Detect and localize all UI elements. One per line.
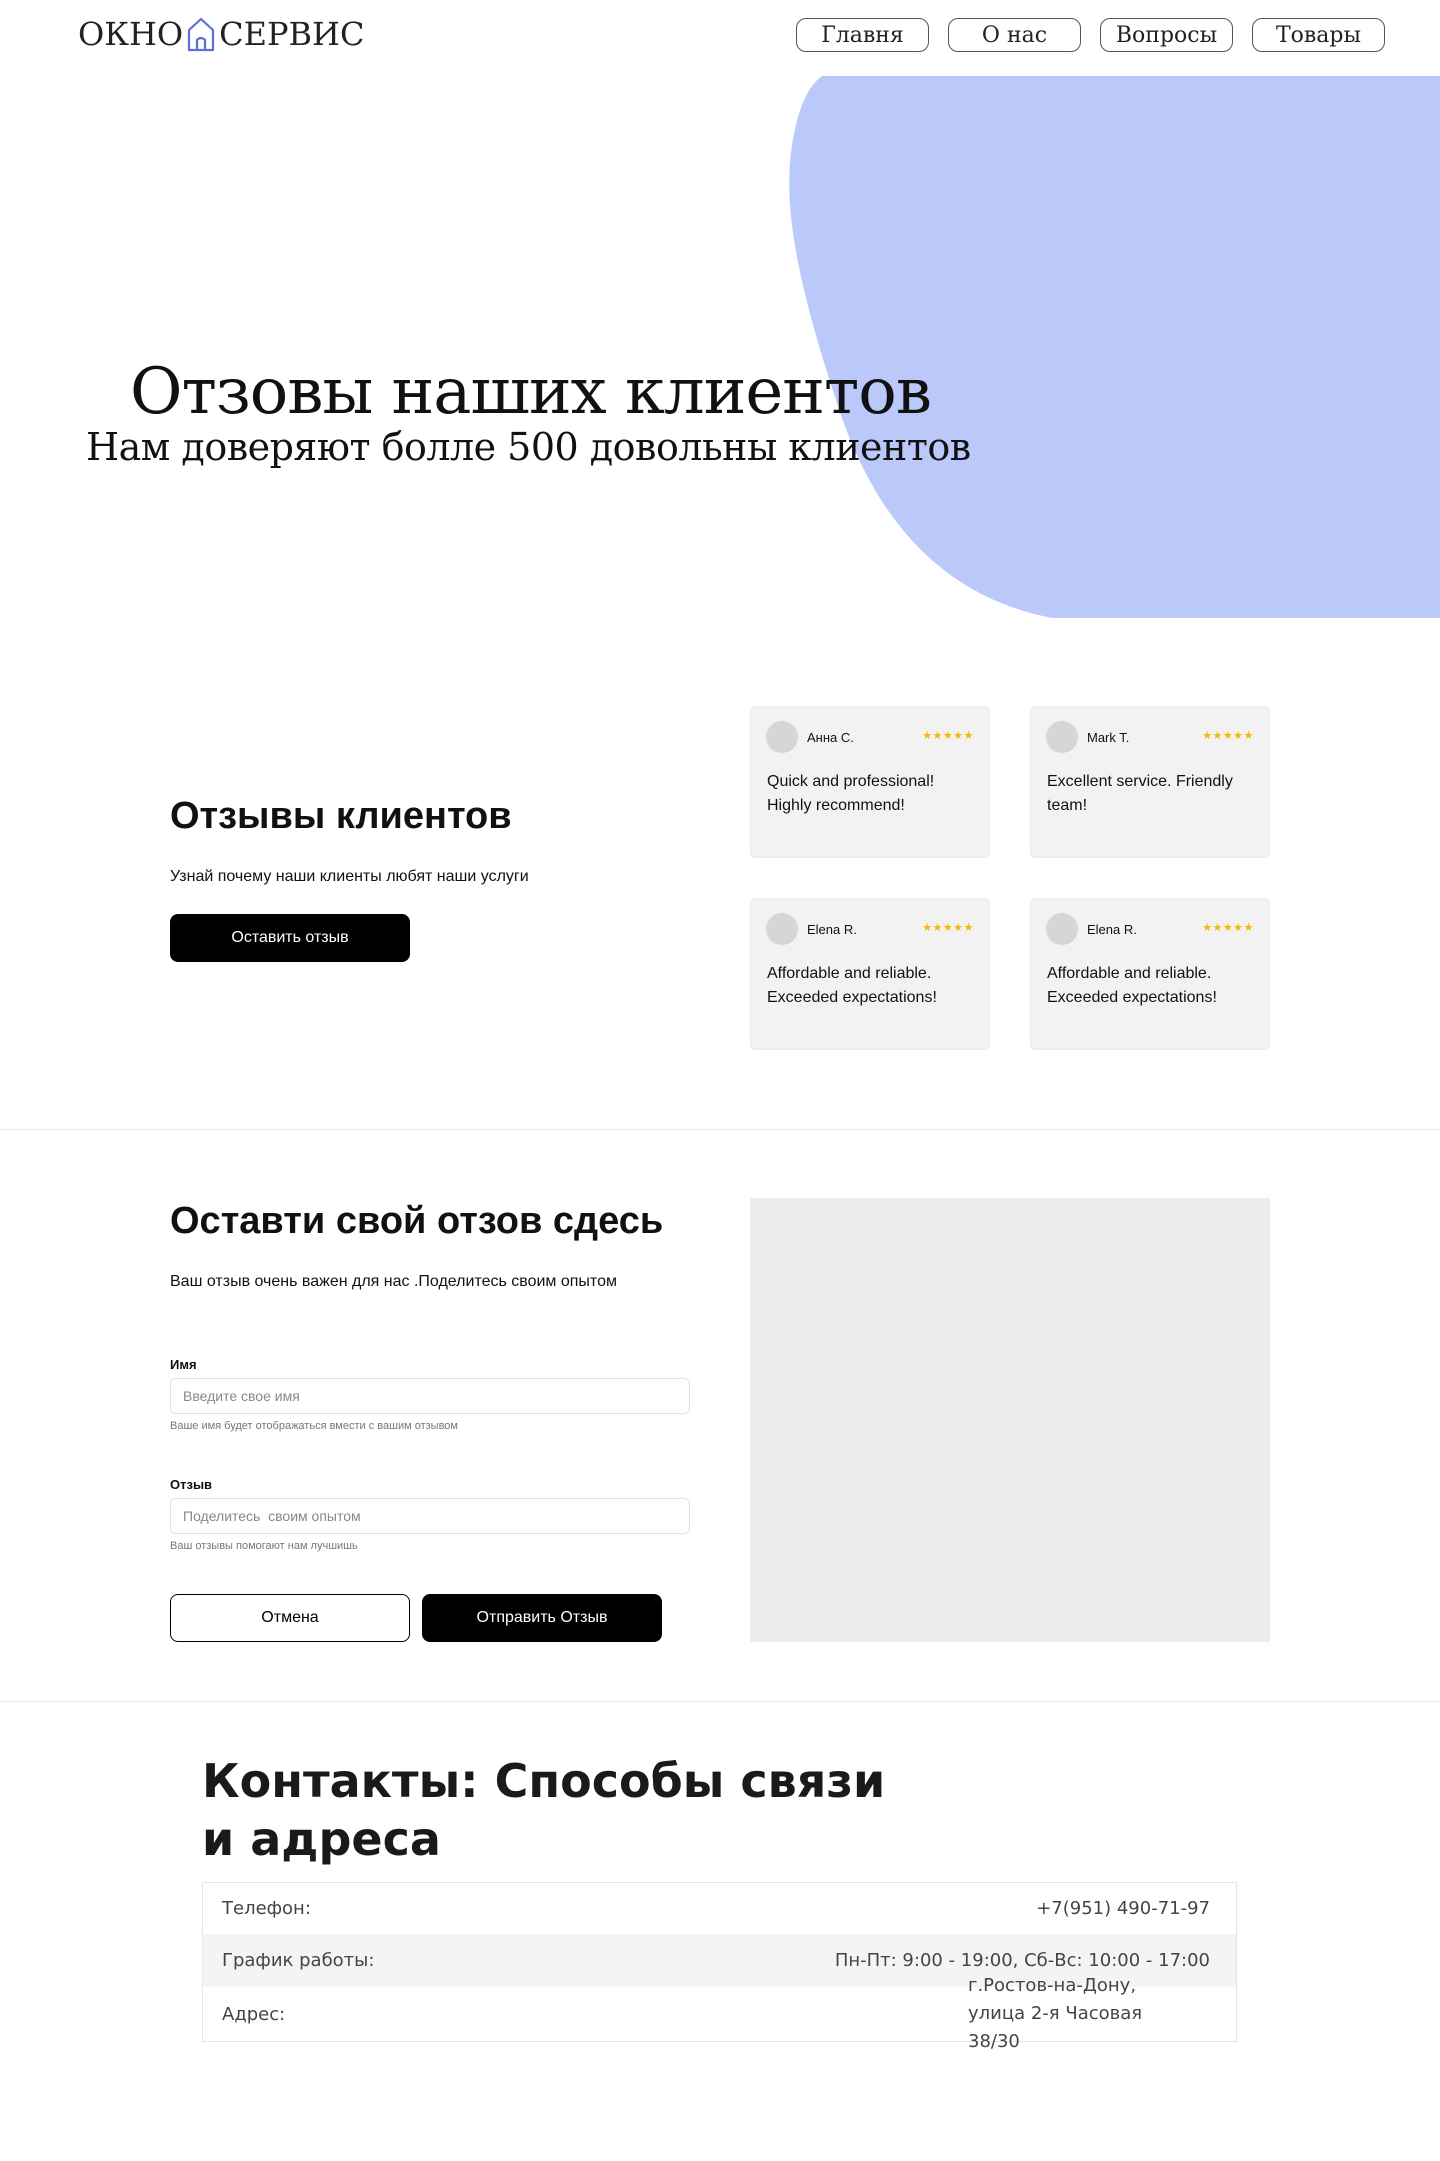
rating-stars: ★★★★★ (922, 922, 974, 934)
cancel-button[interactable]: Отмена (170, 1594, 410, 1642)
nav-home-button[interactable]: Главня (796, 18, 929, 52)
reviewer-name: Mark T. (1087, 730, 1130, 745)
reviewer-name: Анна С. (807, 730, 854, 745)
name-hint: Ваше имя будет отображаться вмести с ваш… (170, 1420, 458, 1432)
rating-stars: ★★★★★ (1202, 730, 1254, 742)
avatar (766, 913, 798, 945)
submit-review-button[interactable]: Отправить Отзыв (422, 1594, 662, 1642)
name-label: Имя (170, 1357, 197, 1372)
logo-text-right: СЕРВИС (219, 15, 365, 53)
review-input[interactable] (170, 1498, 690, 1534)
reviews-title: Отзывы клиентов (170, 795, 512, 837)
hero-subtitle: Нам доверяют болле 500 довольны клиентов (86, 425, 971, 469)
contact-label: Телефон: (222, 1898, 311, 1919)
review-text: Quick and professional! Highly recommend… (767, 773, 935, 814)
reviewer-name: Elena R. (1087, 922, 1137, 937)
logo-text-left: ОКНО (78, 15, 184, 53)
contacts-title: Контакты: Способы связи и адреса (202, 1754, 886, 1866)
form-title: Оставти свой отзов сдесь (170, 1200, 664, 1242)
address-value: г.Ростов-на-Дону, улица 2-я Часовая 38/3… (968, 1975, 1143, 2052)
review-text: Excellent service. Friendly team! (1047, 773, 1233, 814)
review-card: Анна С. ★★★★★ Quick and professional! Hi… (750, 706, 990, 858)
nav-faq-button[interactable]: Вопросы (1100, 18, 1233, 52)
review-text: Affordable and reliable. Exceeded expect… (767, 965, 937, 1006)
contact-row-address: Адрес: г.Ростов-на-Дону, улица 2-я Часов… (203, 1975, 1236, 2052)
phone-value[interactable]: +7(951) 490-71-97 (1036, 1898, 1210, 1919)
contact-label: Адрес: (222, 2003, 286, 2025)
avatar (1046, 721, 1078, 753)
hero-title: Отзовы наших клиентов (130, 355, 932, 429)
hours-value: Пн-Пт: 9:00 - 19:00, Сб-Вс: 10:00 - 17:0… (834, 1950, 1210, 1971)
hero-blob (789, 76, 1440, 618)
reviews-description: Узнай почему наши клиенты любят наши усл… (170, 868, 529, 885)
section-divider (0, 1701, 1440, 1702)
rating-stars: ★★★★★ (922, 730, 974, 742)
hero-blob-shape (789, 76, 1440, 618)
nav-products-button[interactable]: Товары (1252, 18, 1385, 52)
name-input[interactable] (170, 1378, 690, 1414)
review-card: Elena R. ★★★★★ Affordable and reliable. … (1030, 898, 1270, 1050)
nav-about-button[interactable]: О нас (948, 18, 1081, 52)
review-card: Mark T. ★★★★★ Excellent service. Friendl… (1030, 706, 1270, 858)
reviewer-name: Elena R. (807, 922, 857, 937)
image-placeholder (750, 1198, 1270, 1642)
contact-label: График работы: (222, 1950, 375, 1971)
review-hint: Ваш отзывы помогают нам лучшишь (170, 1540, 358, 1552)
house-icon (188, 17, 215, 52)
avatar (766, 721, 798, 753)
avatar (1046, 913, 1078, 945)
section-divider (0, 1129, 1440, 1130)
contacts-table: Телефон: +7(951) 490-71-97 График работы… (202, 1882, 1237, 2052)
rating-stars: ★★★★★ (1202, 922, 1254, 934)
review-text: Affordable and reliable. Exceeded expect… (1047, 965, 1217, 1006)
leave-review-button[interactable]: Оставить отзыв (170, 914, 410, 962)
review-card: Elena R. ★★★★★ Affordable and reliable. … (750, 898, 990, 1050)
review-label: Отзыв (170, 1477, 213, 1492)
contact-row-phone: Телефон: +7(951) 490-71-97 (203, 1883, 1236, 1934)
form-description: Ваш отзыв очень важен для нас .Поделитес… (170, 1273, 617, 1290)
logo[interactable]: ОКНО СЕРВИС (78, 12, 364, 56)
